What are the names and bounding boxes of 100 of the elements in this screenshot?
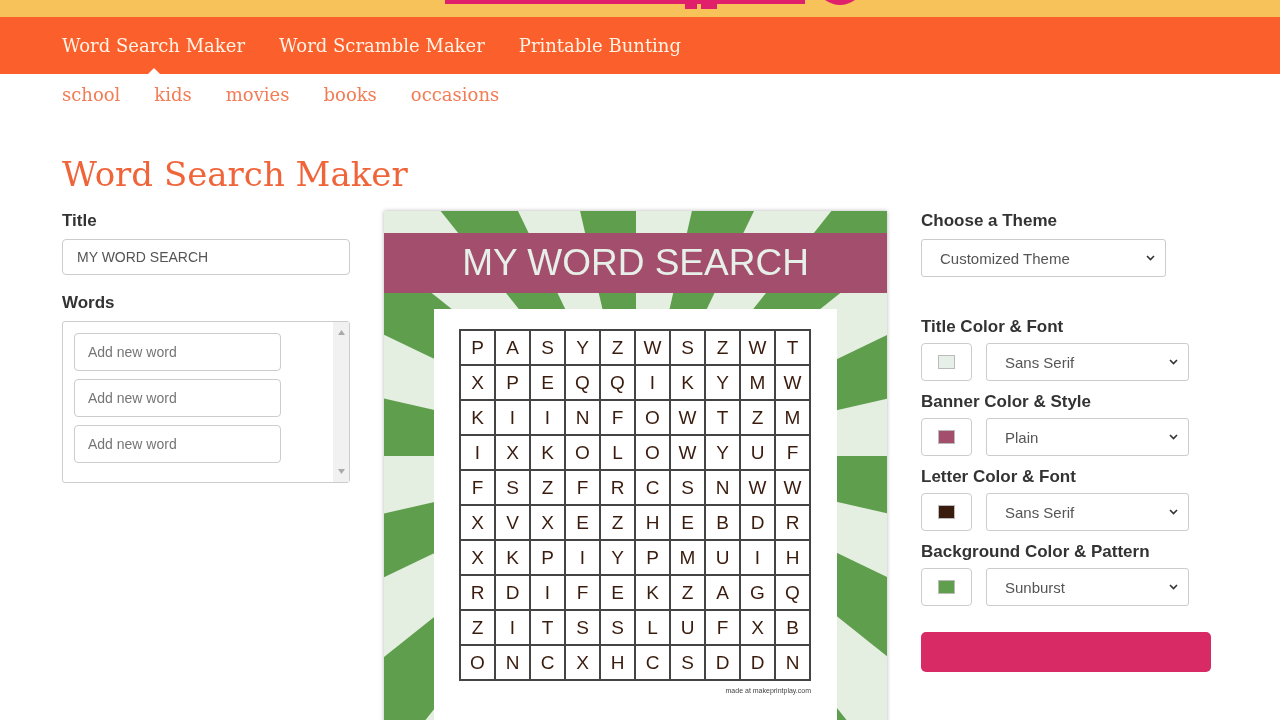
color-picker[interactable]	[921, 418, 972, 456]
grid-letter: F	[706, 611, 741, 646]
grid-letter: K	[496, 541, 531, 576]
grid-letter: H	[636, 506, 671, 541]
scroll-up-icon[interactable]	[337, 330, 345, 335]
grid-letter: I	[636, 366, 671, 401]
grid-letter: A	[496, 331, 531, 366]
grid-letter: X	[741, 611, 776, 646]
grid-letter: V	[496, 506, 531, 541]
grid-letter: K	[461, 401, 496, 436]
grid-letter: O	[636, 436, 671, 471]
grid-letter: O	[566, 436, 601, 471]
grid-letter: X	[531, 506, 566, 541]
grid-letter: P	[496, 366, 531, 401]
field-label: Title	[62, 211, 98, 231]
grid-letter: U	[741, 436, 776, 471]
grid-letter: F	[776, 436, 811, 471]
style-select[interactable]: Plain	[986, 418, 1189, 456]
grid-letter: Q	[566, 366, 601, 401]
chevron-down-icon	[1169, 359, 1178, 365]
grid-letter: Z	[741, 401, 776, 436]
grid-letter: X	[566, 646, 601, 681]
color-picker[interactable]	[921, 343, 972, 381]
grid-letter: S	[566, 611, 601, 646]
grid-letter: I	[531, 401, 566, 436]
grid-letter: N	[496, 646, 531, 681]
grid-letter: K	[671, 366, 706, 401]
grid-letter: W	[671, 401, 706, 436]
grid-letter: F	[461, 471, 496, 506]
theme-select[interactable]: Customized Theme	[921, 239, 1166, 277]
grid-letter: I	[496, 401, 531, 436]
grid-letter: D	[741, 506, 776, 541]
grid-letter: F	[566, 471, 601, 506]
grid-letter: X	[461, 541, 496, 576]
grid-letter: P	[461, 331, 496, 366]
grid-letter: C	[636, 646, 671, 681]
grid-letter: O	[636, 401, 671, 436]
word-input[interactable]: Add new word	[74, 333, 281, 371]
grid-letter: W	[776, 471, 811, 506]
grid-letter: I	[566, 541, 601, 576]
grid-letter: D	[741, 646, 776, 681]
grid-letter: I	[531, 576, 566, 611]
scrollbar[interactable]	[333, 322, 349, 482]
nav-link[interactable]: Word Scramble Maker	[279, 17, 485, 74]
grid-letter: O	[461, 646, 496, 681]
style-select[interactable]: Sunburst	[986, 568, 1189, 606]
grid-letter: Y	[566, 331, 601, 366]
grid-letter: S	[496, 471, 531, 506]
grid-letter: N	[566, 401, 601, 436]
grid-letter: M	[776, 401, 811, 436]
category-link[interactable]: movies	[225, 84, 290, 120]
title-input[interactable]: MY WORD SEARCH	[62, 239, 350, 275]
grid-letter: I	[461, 436, 496, 471]
grid-letter: R	[776, 506, 811, 541]
grid-letter: K	[636, 576, 671, 611]
grid-letter: W	[776, 366, 811, 401]
grid-letter: I	[741, 541, 776, 576]
grid-letter: Z	[601, 506, 636, 541]
grid-letter: S	[601, 611, 636, 646]
grid-letter: X	[496, 436, 531, 471]
scroll-down-icon[interactable]	[337, 469, 345, 474]
nav-link[interactable]: Word Search Maker	[62, 17, 245, 74]
grid-letter: W	[741, 331, 776, 366]
grid-letter: A	[706, 576, 741, 611]
grid-letter: Z	[671, 576, 706, 611]
grid-letter: D	[706, 646, 741, 681]
grid-letter: Y	[601, 541, 636, 576]
grid-letter: C	[531, 646, 566, 681]
grid-letter: K	[531, 436, 566, 471]
grid-letter: Z	[461, 611, 496, 646]
category-link[interactable]: kids	[154, 84, 192, 120]
grid-letter: N	[776, 646, 811, 681]
grid-letter: W	[636, 331, 671, 366]
grid-letter: Z	[706, 331, 741, 366]
grid-letter: L	[601, 436, 636, 471]
nav-link[interactable]: Printable Bunting	[518, 17, 681, 74]
grid-letter: E	[671, 506, 706, 541]
grid-letter: B	[706, 506, 741, 541]
field-label: Choose a Theme	[921, 211, 1059, 231]
word-input[interactable]: Add new word	[74, 425, 281, 463]
category-link[interactable]: school	[62, 84, 121, 120]
color-picker[interactable]	[921, 568, 972, 606]
grid-letter: T	[531, 611, 566, 646]
category-link[interactable]: occasions	[410, 84, 500, 120]
grid-letter: Z	[531, 471, 566, 506]
grid-letter: W	[671, 436, 706, 471]
field-label: Words	[62, 293, 116, 313]
style-select[interactable]: Sans Serif	[986, 493, 1189, 531]
grid-letter: H	[601, 646, 636, 681]
grid-letter: M	[741, 366, 776, 401]
category-link[interactable]: books	[323, 84, 377, 120]
chevron-down-icon	[1169, 584, 1178, 590]
style-select[interactable]: Sans Serif	[986, 343, 1189, 381]
grid-letter: R	[461, 576, 496, 611]
grid-letter: C	[636, 471, 671, 506]
color-picker[interactable]	[921, 493, 972, 531]
grid-letter: R	[601, 471, 636, 506]
grid-letter: S	[671, 331, 706, 366]
grid-letter: Z	[601, 331, 636, 366]
word-input[interactable]: Add new word	[74, 379, 281, 417]
